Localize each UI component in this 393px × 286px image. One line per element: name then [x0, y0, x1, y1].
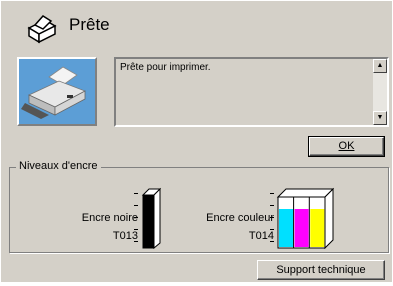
ink-levels-title: Niveaux d'encre: [16, 160, 101, 172]
color-ink-model: T014: [248, 230, 274, 242]
printer-illustration-icon: [19, 59, 95, 124]
scroll-down-arrow-icon[interactable]: ▼: [373, 111, 387, 125]
black-ink-scale: [134, 191, 138, 251]
printer-image: [17, 57, 97, 126]
scroll-up-arrow-icon[interactable]: ▲: [373, 59, 387, 73]
ok-button[interactable]: OK: [308, 136, 385, 157]
technical-support-button[interactable]: Support technique: [257, 260, 385, 280]
black-ink-model: T013: [112, 230, 138, 242]
status-title: Prête: [69, 15, 110, 34]
ok-button-label: OK: [338, 140, 355, 152]
black-ink-cartridge-icon: [141, 187, 161, 249]
status-message-box: Prête pour imprimer. ▲ ▼: [114, 57, 389, 127]
color-ink-cartridge-icon: [276, 187, 334, 249]
printer-status-icon: [27, 15, 57, 44]
color-ink-scale: [270, 191, 274, 251]
black-ink-label: Encre noire: [81, 212, 138, 224]
message-scrollbar[interactable]: ▲ ▼: [373, 59, 387, 125]
color-ink-label: Encre couleur: [206, 212, 274, 224]
technical-support-label: Support technique: [276, 264, 366, 276]
status-message: Prête pour imprimer.: [120, 62, 211, 73]
status-monitor-window: Prête Prête pour imprimer. ▲ ▼ OK Niveau…: [1, 1, 392, 282]
